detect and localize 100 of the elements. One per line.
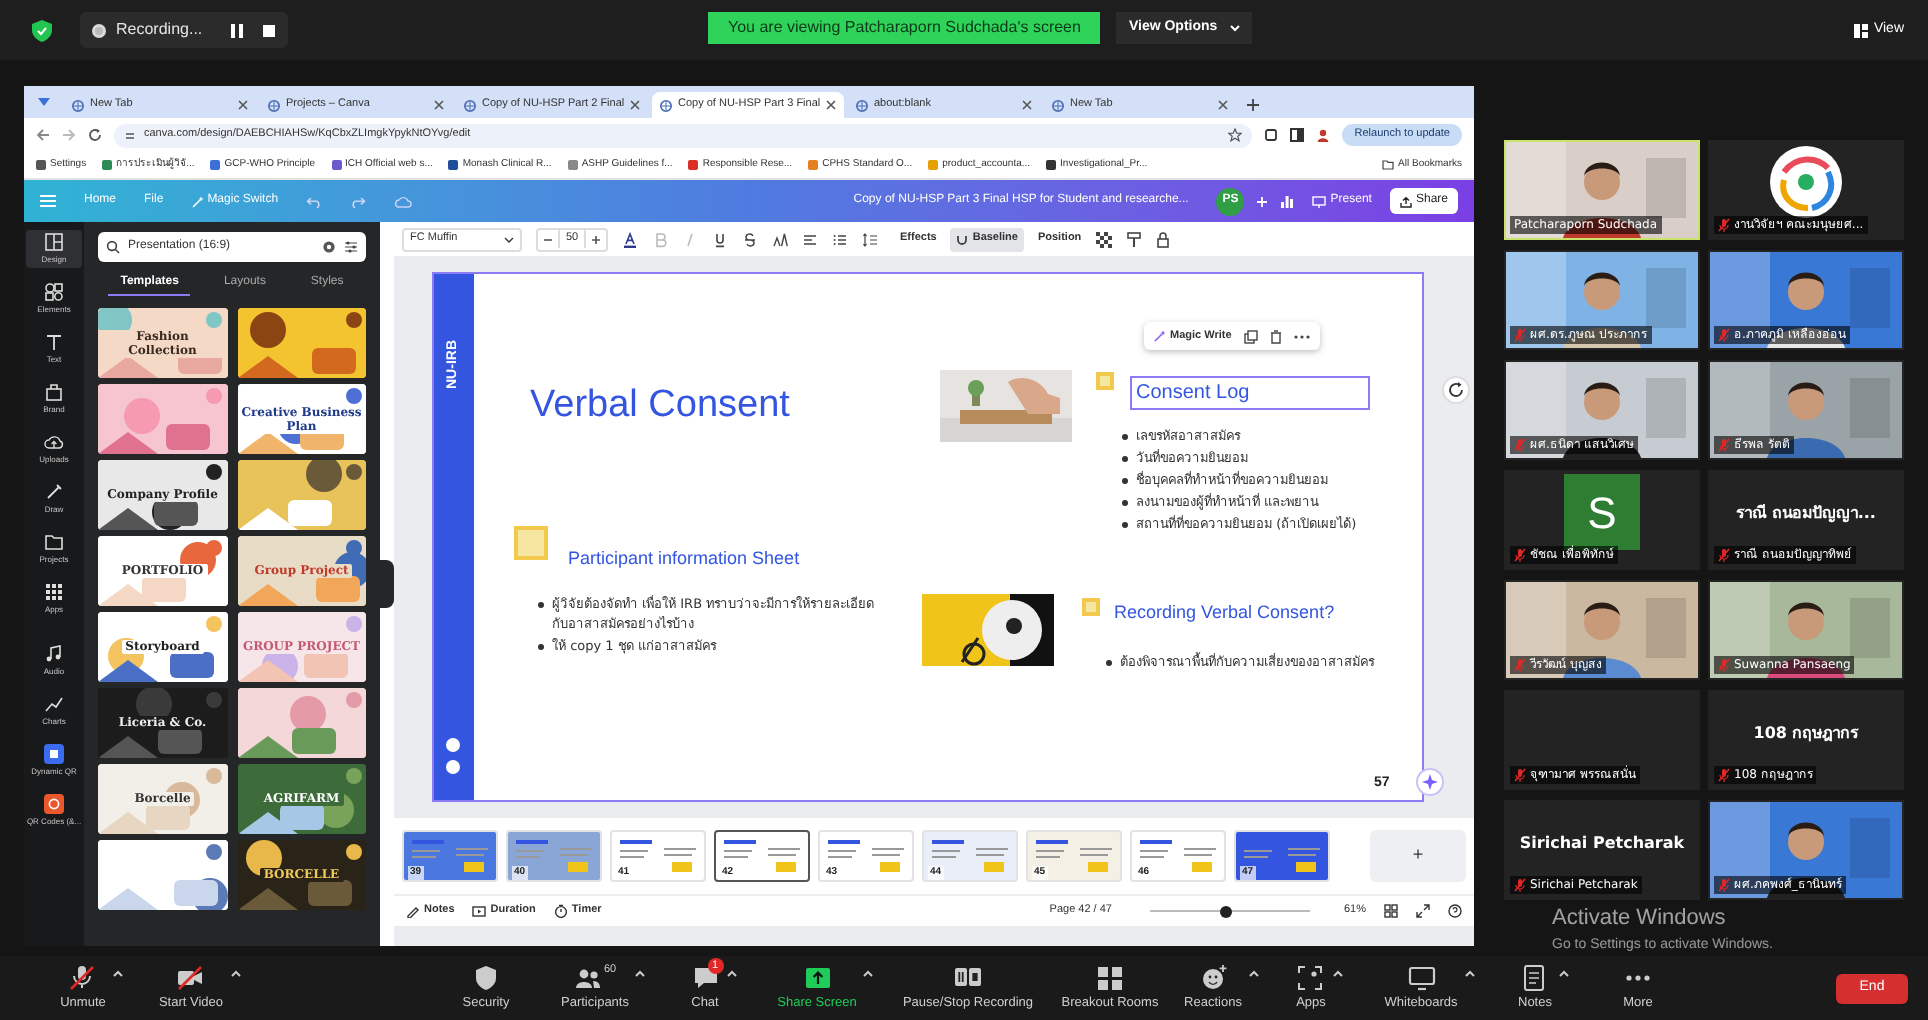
square-icon (1082, 598, 1100, 616)
fullscreen-icon[interactable] (1416, 904, 1430, 918)
folder-icon (1382, 160, 1395, 170)
projects-icon (44, 532, 64, 552)
caret-icon[interactable] (111, 969, 124, 978)
bookmark-favicon-icon (688, 160, 699, 170)
display-name: 108 กฤษฎากร (1753, 722, 1859, 746)
shield-icon (32, 19, 52, 41)
search-icon (106, 240, 120, 254)
upload-icon (1399, 195, 1412, 207)
elements-icon (44, 282, 64, 302)
shield-icon (471, 963, 500, 992)
close-icon[interactable] (238, 100, 248, 110)
back-arrow-icon[interactable] (36, 128, 50, 142)
logo-icon (1768, 144, 1844, 220)
add-page-button[interactable]: + (1370, 830, 1466, 882)
charts-icon (44, 694, 64, 714)
display-name: ราณี ถนอมปัญญา... (1736, 502, 1876, 526)
close-icon[interactable] (1022, 100, 1032, 110)
letter-case-icon[interactable] (772, 231, 788, 247)
uploads-icon (44, 432, 64, 452)
strikethrough-icon[interactable] (742, 231, 758, 247)
add-icon[interactable] (1256, 195, 1269, 207)
brand-icon (44, 382, 64, 402)
grid-view-icon[interactable] (1384, 904, 1398, 918)
caret-icon[interactable] (725, 969, 737, 978)
section-heading: Recording Verbal Consent? (1114, 600, 1335, 626)
share-screen-icon (803, 963, 831, 992)
caret-icon[interactable] (229, 969, 242, 978)
site-info-icon (124, 129, 136, 141)
pause-icon[interactable] (230, 23, 244, 37)
profile-icon[interactable] (1316, 128, 1331, 142)
template-thumbnail[interactable] (98, 840, 227, 910)
bookmark-favicon-icon (1046, 160, 1057, 170)
globe-icon (660, 99, 672, 111)
panel-collapse-handle[interactable] (380, 560, 394, 608)
bookmark-favicon-icon (210, 160, 221, 170)
paint-roller-icon[interactable] (1125, 231, 1142, 247)
new-tab-icon[interactable] (1246, 98, 1260, 112)
extensions-icon[interactable] (1264, 128, 1279, 142)
record-dot-icon (92, 23, 106, 37)
slide-title: Verbal Consent (530, 382, 790, 430)
line-spacing-icon[interactable] (862, 231, 878, 247)
square-icon (1096, 372, 1114, 390)
caret-icon[interactable] (862, 969, 875, 978)
tab-menu-icon[interactable] (36, 94, 52, 110)
stop-icon[interactable] (262, 23, 276, 37)
template-thumbnail[interactable] (237, 688, 366, 758)
close-icon[interactable] (826, 100, 837, 110)
reload-icon[interactable] (88, 128, 102, 142)
sparkle-icon[interactable] (1416, 768, 1444, 796)
apps-icon (44, 582, 64, 602)
apps-icon (1296, 963, 1325, 992)
caret-icon[interactable] (1463, 969, 1476, 978)
text-color-icon[interactable] (622, 231, 638, 247)
transparency-icon[interactable] (1095, 231, 1112, 247)
pause-stop-icon (953, 963, 982, 992)
more-icon[interactable] (1293, 333, 1310, 339)
bookmark-favicon-icon (331, 160, 342, 170)
bullet-icon (538, 602, 544, 608)
bar-chart-icon[interactable] (1280, 194, 1295, 208)
filter-icon[interactable] (344, 240, 358, 254)
trash-icon[interactable] (1269, 329, 1282, 343)
copy-icon[interactable] (1243, 329, 1258, 343)
grid-icon (1095, 963, 1124, 992)
pencil-icon (406, 904, 420, 918)
list-icon[interactable] (832, 231, 848, 247)
caret-icon[interactable] (1247, 969, 1260, 978)
star-icon[interactable] (1228, 128, 1243, 142)
side-panel-icon[interactable] (1290, 128, 1305, 142)
screen-share-banner: You are viewing Patcharaporn Sudchada's screen (708, 12, 1101, 44)
globe-icon (268, 99, 280, 111)
align-left-icon[interactable] (802, 231, 818, 247)
bullet-icon (538, 644, 544, 650)
bullet-icon (1122, 456, 1128, 462)
template-thumbnail[interactable] (98, 384, 227, 454)
close-icon[interactable] (434, 100, 444, 110)
template-thumbnail[interactable] (237, 460, 366, 530)
caret-icon[interactable] (634, 969, 647, 978)
globe-icon (856, 99, 868, 111)
bullet-icon (1122, 522, 1128, 528)
play-box-icon (472, 904, 487, 918)
text-icon (44, 332, 64, 352)
section-heading: Consent Log (1130, 376, 1370, 410)
bookmark-favicon-icon (567, 160, 578, 170)
template-thumbnail[interactable] (237, 308, 366, 378)
refresh-icon[interactable] (1442, 376, 1470, 404)
cloud-icon (394, 195, 413, 207)
chat-icon (691, 963, 719, 992)
lock-icon[interactable] (1155, 231, 1170, 247)
caret-icon[interactable] (1331, 969, 1344, 978)
caret-icon[interactable] (1557, 969, 1570, 978)
slider-thumb[interactable] (1219, 905, 1232, 917)
globe-icon (1052, 99, 1064, 111)
settings-icon[interactable] (322, 240, 336, 254)
close-icon[interactable] (630, 100, 641, 110)
help-icon[interactable] (1448, 904, 1462, 918)
underline-icon[interactable] (712, 231, 728, 247)
close-icon[interactable] (1218, 100, 1228, 110)
notes-icon (1520, 963, 1549, 992)
